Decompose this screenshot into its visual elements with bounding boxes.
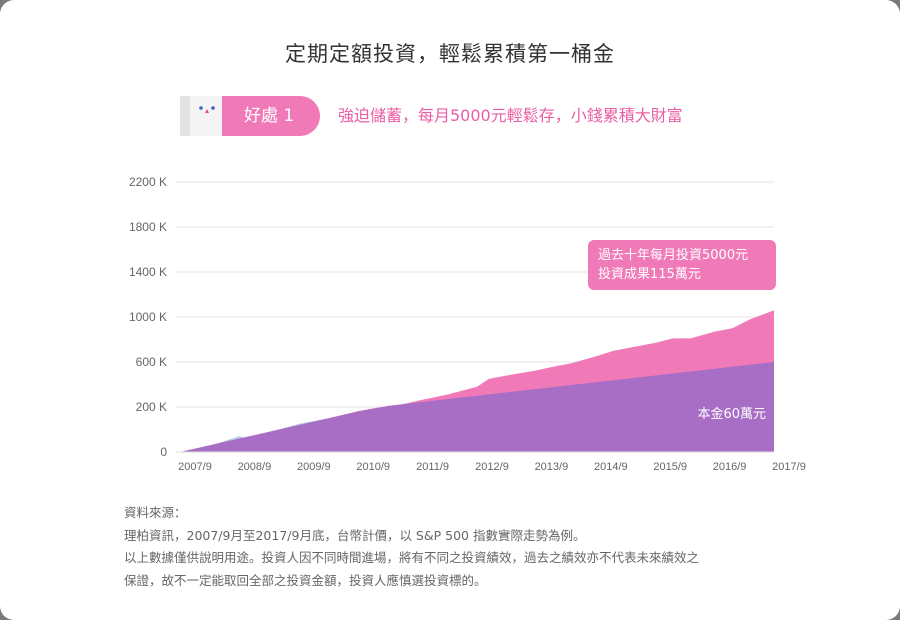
x-tick-label: 2017/9 bbox=[772, 461, 806, 473]
benefit-text: 強迫儲蓄，每月5000元輕鬆存，小錢累積大財富 bbox=[338, 106, 683, 125]
x-tick-label: 2009/9 bbox=[297, 461, 331, 473]
label-principal: 本金60萬元 bbox=[697, 406, 766, 422]
x-tick-label: 2013/9 bbox=[535, 461, 569, 473]
callout-text-total-value: 過去十年每月投資5000元 bbox=[598, 247, 748, 263]
callout-text-total-value: 投資成果115萬元 bbox=[598, 266, 701, 282]
source-label: 資料來源： bbox=[124, 505, 187, 520]
source-line-3: 保證，故不一定能取回全部之投資金額，投資人應慎選投資標的。 bbox=[124, 572, 487, 588]
x-tick-label: 2016/9 bbox=[713, 461, 747, 473]
mascot-face-glyph bbox=[199, 106, 215, 113]
page-title: 定期定額投資，輕鬆累積第一桶金 bbox=[285, 42, 615, 66]
source-note: 資料來源： 理柏資訊，2007/9月至2017/9月底，台幣計價，以 S&P 5… bbox=[124, 502, 784, 592]
benefit-badge: 好處 1 bbox=[222, 96, 320, 136]
mascot-icon bbox=[180, 96, 224, 136]
x-tick-label: 2014/9 bbox=[594, 461, 628, 473]
y-tick-label: 1000 K bbox=[129, 310, 167, 324]
y-tick-label: 0 bbox=[160, 445, 167, 459]
investment-growth-chart: 0 200 K 600 K 1000 K 1400 K 1800 K 2200 K 2007/… bbox=[129, 175, 806, 473]
x-tick-label: 2015/9 bbox=[653, 461, 687, 473]
source-line-1: 理柏資訊，2007/9月至2017/9月底，台幣計價，以 S&P 500 指數實… bbox=[124, 527, 586, 543]
infographic-card: 定期定額投資，輕鬆累積第一桶金 好處 1 強迫儲蓄，每月5000元輕鬆存，小錢累… bbox=[0, 0, 900, 620]
y-tick-label: 1400 K bbox=[129, 265, 167, 279]
x-tick-label: 2008/9 bbox=[238, 461, 272, 473]
y-tick-label: 1800 K bbox=[129, 220, 167, 234]
x-tick-label: 2010/9 bbox=[356, 461, 390, 473]
source-line-2: 以上數據僅供說明用途。投資人因不同時間進場，將有不同之投資績效，過去之績效亦不代… bbox=[124, 550, 700, 565]
y-tick-label: 200 K bbox=[136, 400, 167, 414]
x-tick-label: 2011/9 bbox=[416, 461, 449, 473]
mascot-face bbox=[190, 96, 222, 136]
y-tick-label: 2200 K bbox=[129, 175, 167, 189]
x-tick-label: 2007/9 bbox=[178, 461, 212, 473]
x-tick-label: 2012/9 bbox=[475, 461, 509, 473]
y-tick-label: 600 K bbox=[136, 355, 167, 369]
benefit-banner: 好處 1 強迫儲蓄，每月5000元輕鬆存，小錢累積大財富 bbox=[180, 96, 780, 136]
